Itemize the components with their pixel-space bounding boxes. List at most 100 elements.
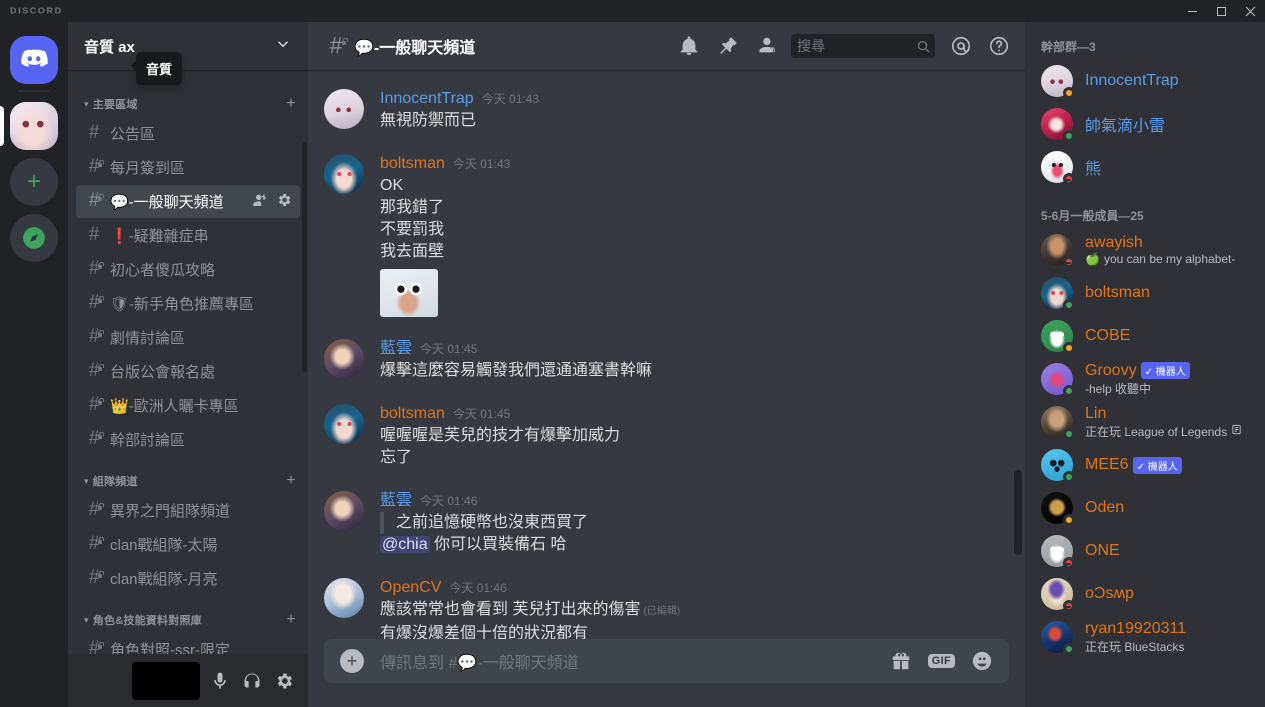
message-header: 藍雲 今天 01:46 xyxy=(380,490,977,512)
server-home[interactable] xyxy=(0,32,68,88)
message-line: 忘了 xyxy=(380,449,413,466)
status-indicator-online xyxy=(1063,643,1075,655)
message: InnocentTrap 今天 01:43 無視防禦而已 xyxy=(308,86,1025,134)
channel-item[interactable]: # 👑-歐洲人曬卡專區 xyxy=(76,389,300,422)
members-icon[interactable] xyxy=(747,28,783,64)
member-name: oƆsʍp xyxy=(1085,585,1134,602)
sidebar-scrollbar[interactable] xyxy=(302,142,307,372)
channel-item[interactable]: # clan戰組隊-月亮 xyxy=(76,562,300,595)
add-channel-button[interactable]: + xyxy=(286,612,300,628)
channel-item[interactable]: # 每月簽到區 xyxy=(76,151,300,184)
member-list-item[interactable]: Lin 正在玩 League of Legends xyxy=(1033,401,1257,443)
gift-icon[interactable] xyxy=(890,650,912,672)
add-server-button[interactable]: + xyxy=(0,154,68,210)
message-scroll-area[interactable]: InnocentTrap 今天 01:43 無視防禦而已 boltsman 今天 01:… xyxy=(308,70,1025,639)
member-list-item[interactable]: Groovy ✓ 機器人 -help 收聽中 xyxy=(1033,358,1257,400)
maximize-button[interactable] xyxy=(1207,0,1236,22)
channel-name: 👑-歐洲人曬卡專區 xyxy=(110,398,239,415)
member-list-item[interactable]: COBE xyxy=(1033,315,1257,357)
channel-hash-lock-icon: # xyxy=(324,33,348,56)
user-mention[interactable]: @chia xyxy=(380,536,430,553)
member-status-text: 正在玩 League of Legends xyxy=(1085,423,1249,440)
member-info: ONE xyxy=(1085,542,1249,560)
user-settings-gear-icon[interactable] xyxy=(268,665,300,697)
status-indicator-idle xyxy=(1063,342,1075,354)
member-list-item[interactable]: oƆsʍp xyxy=(1033,573,1257,615)
channel-category[interactable]: ▾ 角色&技能資料對照庫 + xyxy=(68,596,308,632)
search-input[interactable]: 搜尋 xyxy=(791,34,935,58)
message-author[interactable]: 藍雲 xyxy=(380,338,412,360)
member-list-item[interactable]: awayish 🍏 you can be my alphabet- xyxy=(1033,229,1257,271)
close-button[interactable] xyxy=(1236,0,1265,22)
channel-category[interactable]: ▾ 主要區域 + xyxy=(68,80,308,116)
member-group-header: 幹部群—3 xyxy=(1041,40,1096,54)
pin-icon[interactable] xyxy=(709,28,745,64)
member-info: awayish 🍏 you can be my alphabet- xyxy=(1085,234,1249,266)
member-name: awayish xyxy=(1085,234,1143,251)
bot-badge: ✓ 機器人 xyxy=(1132,456,1182,474)
hash-lock-icon: # xyxy=(84,639,104,654)
member-list-item[interactable]: ryan19920311 正在玩 BlueStacks xyxy=(1033,616,1257,658)
explore-servers-button[interactable] xyxy=(0,210,68,266)
minimize-button[interactable] xyxy=(1178,0,1207,22)
window-controls xyxy=(1178,0,1265,22)
server-item-selected[interactable] xyxy=(0,98,68,154)
member-list-item[interactable]: 熊 xyxy=(1033,146,1257,188)
member-list-item[interactable]: ONE xyxy=(1033,530,1257,572)
help-icon[interactable] xyxy=(981,28,1017,64)
inbox-icon[interactable] xyxy=(943,28,979,64)
bell-icon[interactable] xyxy=(671,28,707,64)
message-author[interactable]: InnocentTrap xyxy=(380,88,474,110)
message-author[interactable]: boltsman xyxy=(380,153,445,175)
member-avatar xyxy=(1041,492,1075,526)
message-avatar[interactable] xyxy=(324,89,364,129)
channel-item[interactable]: # clan戰組隊-太陽 xyxy=(76,528,300,561)
member-list-item[interactable]: InnocentTrap xyxy=(1033,60,1257,102)
message-avatar[interactable] xyxy=(324,339,364,379)
member-name-row: Lin xyxy=(1085,405,1249,423)
member-list[interactable]: 幹部群—3 InnocentTrap 帥氣滴小雷熊 5-6月一般成員—25 awayis… xyxy=(1025,22,1265,707)
channel-name: 異界之門組隊頻道 xyxy=(110,503,231,520)
message-body: OpenCV 今天 01:46 應該常常也會看到 芙兒打出來的傷害 (已編輯) 有爆沒爆… xyxy=(380,577,977,639)
channel-item[interactable]: # 角色對照-ssr-限定 xyxy=(76,633,300,654)
channel-item[interactable]: # 初心者傻瓜攻略 xyxy=(76,253,300,286)
message-avatar[interactable] xyxy=(324,491,364,531)
message-avatar[interactable] xyxy=(324,154,364,194)
message-input-box[interactable]: + 傳訊息到 #💬-一般聊天頻道 GIF xyxy=(324,639,1009,683)
channel-settings-gear-icon[interactable] xyxy=(276,192,292,212)
status-emoji: 🍏 xyxy=(1085,252,1100,266)
deafen-headphones-button[interactable] xyxy=(236,665,268,697)
mute-microphone-button[interactable] xyxy=(204,665,236,697)
message-author[interactable]: 藍雲 xyxy=(380,490,412,512)
channel-item[interactable]: # 幹部討論區 xyxy=(76,423,300,456)
message-sticker[interactable] xyxy=(380,269,438,317)
gif-button[interactable]: GIF xyxy=(927,654,955,668)
channel-item[interactable]: # 公告區 xyxy=(76,117,300,150)
add-member-icon[interactable] xyxy=(252,192,268,212)
add-channel-button[interactable]: + xyxy=(286,473,300,489)
channel-item-active[interactable]: # 💬-一般聊天頻道 xyxy=(76,185,300,218)
channel-item[interactable]: # 台版公會報名處 xyxy=(76,355,300,388)
member-name: ONE xyxy=(1085,542,1120,559)
message-avatar[interactable] xyxy=(324,578,364,618)
bot-badge: ✓ 機器人 xyxy=(1140,362,1190,379)
member-list-item[interactable]: Oden xyxy=(1033,487,1257,529)
channel-item[interactable]: # 異界之門組隊頻道 xyxy=(76,494,300,527)
emoji-icon[interactable] xyxy=(971,650,993,672)
member-list-item[interactable]: 帥氣滴小雷 xyxy=(1033,103,1257,145)
message-author[interactable]: OpenCV xyxy=(380,577,441,599)
channel-item[interactable]: # 劇情討論區 xyxy=(76,321,300,354)
guild-header[interactable]: 音質 ax xyxy=(68,22,308,70)
message-author[interactable]: boltsman xyxy=(380,403,445,425)
channel-name: 初心者傻瓜攻略 xyxy=(110,262,216,279)
channel-item[interactable]: # ❗-疑難雜症串 xyxy=(76,219,300,252)
channel-list[interactable]: ▾ 主要區域 + # 公告區 # 每月簽到區 # 💬-一般聊天頻道 # ❗-疑難雜症串 # 初心者傻瓜攻… xyxy=(68,70,308,654)
add-attachment-button[interactable]: + xyxy=(340,649,364,673)
message-avatar[interactable] xyxy=(324,404,364,444)
member-list-item[interactable]: MEE6 ✓ 機器人 xyxy=(1033,444,1257,486)
message-scrollbar[interactable] xyxy=(1014,470,1022,555)
channel-category[interactable]: ▾ 組隊頻道 + xyxy=(68,457,308,493)
member-list-item[interactable]: boltsman xyxy=(1033,272,1257,314)
channel-item[interactable]: # 🛡-新手角色推薦專區 xyxy=(76,287,300,320)
add-channel-button[interactable]: + xyxy=(286,96,300,112)
